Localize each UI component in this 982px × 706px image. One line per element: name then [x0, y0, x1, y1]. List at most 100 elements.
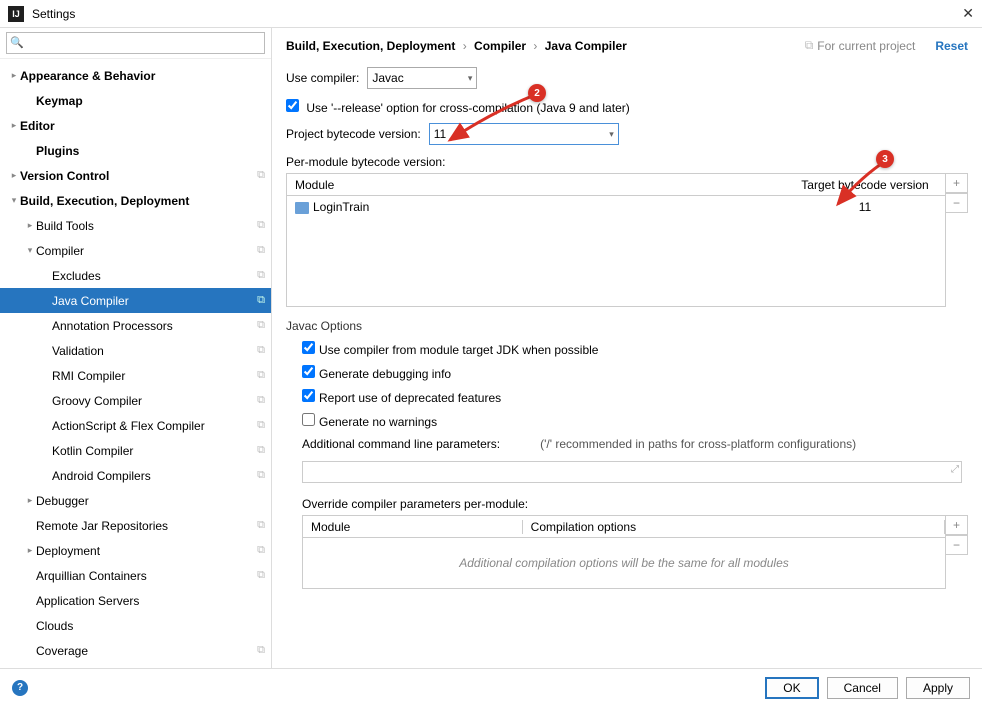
project-scope-icon: ⧉: [257, 544, 265, 557]
tree-item-build-execution-deployment[interactable]: ▾Build, Execution, Deployment: [0, 188, 271, 213]
tree-item-kotlin-compiler[interactable]: Kotlin Compiler⧉: [0, 438, 271, 463]
tree-item-label: Deployment: [36, 544, 257, 558]
tree-item-label: Build, Execution, Deployment: [20, 194, 265, 208]
tree-item-plugins[interactable]: Plugins: [0, 138, 271, 163]
tree-item-label: Keymap: [36, 94, 265, 108]
bytecode-label: Project bytecode version:: [286, 127, 421, 141]
expand-icon[interactable]: ⤢: [951, 464, 959, 475]
breadcrumb: Build, Execution, Deployment › Compiler …: [286, 39, 627, 53]
tree-item-annotation-processors[interactable]: Annotation Processors⧉: [0, 313, 271, 338]
tree-item-keymap[interactable]: Keymap: [0, 88, 271, 113]
cb-debug-info[interactable]: Generate debugging info: [302, 367, 451, 381]
header: Build, Execution, Deployment › Compiler …: [286, 38, 968, 53]
module-table-wrap: Module Target bytecode version LoginTrai…: [286, 173, 968, 307]
tree-item-excludes[interactable]: Excludes⧉: [0, 263, 271, 288]
tree-item-remote-jar-repositories[interactable]: Remote Jar Repositories⧉: [0, 513, 271, 538]
override-table[interactable]: Module Compilation options Additional co…: [302, 515, 946, 589]
project-scope-icon: ⧉: [257, 369, 265, 382]
app-icon: IJ: [8, 6, 24, 22]
chevron-icon: ▸: [24, 495, 36, 506]
module-table[interactable]: Module Target bytecode version LoginTrai…: [286, 173, 946, 307]
close-icon[interactable]: ✕: [962, 5, 974, 22]
cb-deprecated[interactable]: Report use of deprecated features: [302, 391, 501, 405]
project-scope-icon: ⧉: [257, 319, 265, 332]
tree-item-label: Arquillian Containers: [36, 569, 257, 583]
tree-item-label: Plugins: [36, 144, 265, 158]
params-label: Additional command line parameters:: [302, 437, 500, 451]
tree-item-label: Clouds: [36, 619, 265, 633]
tree-item-label: Debugger: [36, 494, 265, 508]
cb-no-warnings[interactable]: Generate no warnings: [302, 415, 437, 429]
tree-item-label: Compiler: [36, 244, 257, 258]
reset-link[interactable]: Reset: [935, 39, 968, 53]
params-hint: ('/' recommended in paths for cross-plat…: [540, 437, 856, 451]
javac-section-title: Javac Options: [286, 319, 968, 333]
footer: ? OK Cancel Apply: [0, 668, 982, 706]
tree-item-label: RMI Compiler: [52, 369, 257, 383]
search-input[interactable]: [6, 32, 265, 54]
tree-item-label: Build Tools: [36, 219, 257, 233]
chevron-icon: ▾: [8, 195, 20, 206]
crumb-0[interactable]: Build, Execution, Deployment: [286, 39, 455, 53]
content-panel: Build, Execution, Deployment › Compiler …: [272, 28, 982, 668]
tree-item-groovy-compiler[interactable]: Groovy Compiler⧉: [0, 388, 271, 413]
tree-item-version-control[interactable]: ▸Version Control⧉: [0, 163, 271, 188]
chevron-icon: ▾: [24, 245, 36, 256]
remove-override-button[interactable]: −: [946, 535, 968, 555]
tree-item-actionscript-flex-compiler[interactable]: ActionScript & Flex Compiler⧉: [0, 413, 271, 438]
tree-item-validation[interactable]: Validation⧉: [0, 338, 271, 363]
tree-item-rmi-compiler[interactable]: RMI Compiler⧉: [0, 363, 271, 388]
project-scope-icon: ⧉: [257, 344, 265, 357]
use-compiler-label: Use compiler:: [286, 71, 359, 85]
tree-item-build-tools[interactable]: ▸Build Tools⧉: [0, 213, 271, 238]
bytecode-select[interactable]: 11▾: [429, 123, 619, 145]
tree-item-label: Annotation Processors: [52, 319, 257, 333]
tree-item-label: Kotlin Compiler: [52, 444, 257, 458]
project-scope-icon: ⧉: [257, 419, 265, 432]
tree-item-label: Remote Jar Repositories: [36, 519, 257, 533]
tree-item-appearance-behavior[interactable]: ▸Appearance & Behavior: [0, 63, 271, 88]
tree-item-compiler[interactable]: ▾Compiler⧉: [0, 238, 271, 263]
remove-module-button[interactable]: −: [946, 193, 968, 213]
tree-item-application-servers[interactable]: Application Servers: [0, 588, 271, 613]
tree-item-label: ActionScript & Flex Compiler: [52, 419, 257, 433]
callout-2: 2: [528, 84, 546, 102]
tree-item-label: Android Compilers: [52, 469, 257, 483]
tree-item-label: Version Control: [20, 169, 257, 183]
project-scope-icon: ⧉: [257, 244, 265, 257]
project-scope-icon: ⧉: [257, 469, 265, 482]
tree-item-debugger[interactable]: ▸Debugger: [0, 488, 271, 513]
table-row[interactable]: LoginTrain11: [287, 196, 945, 218]
tree-item-label: Excludes: [52, 269, 257, 283]
tree-item-android-compilers[interactable]: Android Compilers⧉: [0, 463, 271, 488]
tree-item-deployment[interactable]: ▸Deployment⧉: [0, 538, 271, 563]
tree-item-coverage[interactable]: Coverage⧉: [0, 638, 271, 663]
tree-item-java-compiler[interactable]: Java Compiler⧉: [0, 288, 271, 313]
tree-item-label: Groovy Compiler: [52, 394, 257, 408]
add-override-button[interactable]: +: [946, 515, 968, 535]
chevron-icon: ▸: [24, 545, 36, 556]
project-scope-icon: ⧉: [257, 519, 265, 532]
ok-button[interactable]: OK: [765, 677, 818, 699]
tree-item-editor[interactable]: ▸Editor: [0, 113, 271, 138]
cancel-button[interactable]: Cancel: [827, 677, 898, 699]
crumb-1[interactable]: Compiler: [474, 39, 526, 53]
cb-target-jdk[interactable]: Use compiler from module target JDK when…: [302, 343, 598, 357]
scope-label: ⧉ For current project: [805, 38, 916, 53]
apply-button[interactable]: Apply: [906, 677, 970, 699]
tree-item-arquillian-containers[interactable]: Arquillian Containers⧉: [0, 563, 271, 588]
project-scope-icon: ⧉: [257, 394, 265, 407]
tree-item-clouds[interactable]: Clouds: [0, 613, 271, 638]
use-compiler-select[interactable]: Javac▾: [367, 67, 477, 89]
release-checkbox-row[interactable]: Use '--release' option for cross-compila…: [286, 101, 630, 115]
chevron-icon: ▸: [8, 70, 20, 81]
callout-3: 3: [876, 150, 894, 168]
permodule-label: Per-module bytecode version:: [286, 155, 968, 169]
tree-item-label: Coverage: [36, 644, 257, 658]
params-input[interactable]: ⤢: [302, 461, 962, 483]
settings-tree[interactable]: ▸Appearance & Behavior Keymap ▸Editor Plugi…: [0, 59, 271, 668]
add-module-button[interactable]: +: [946, 173, 968, 193]
help-icon[interactable]: ?: [12, 680, 28, 696]
release-checkbox[interactable]: [286, 99, 299, 112]
project-scope-icon: ⧉: [257, 219, 265, 232]
